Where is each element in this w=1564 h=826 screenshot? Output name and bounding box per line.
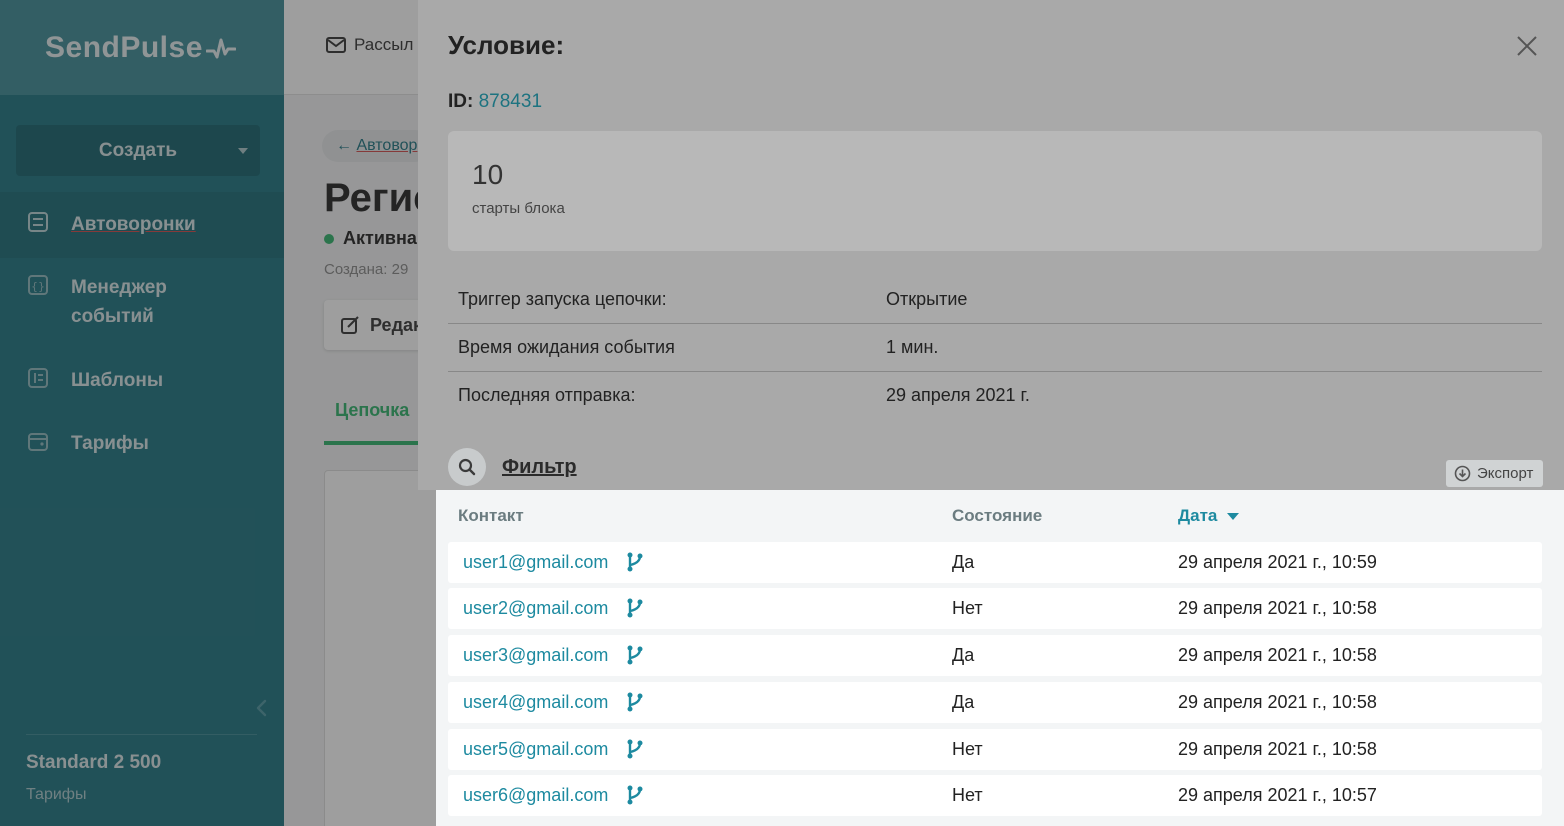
column-header-contact[interactable]: Контакт: [458, 506, 524, 526]
table-row: user6@gmail.com Нет 29 апреля 2021 г., 1…: [448, 775, 1542, 816]
contact-state: Нет: [952, 785, 983, 805]
contact-state: Нет: [952, 598, 983, 618]
modal-title: Условие:: [448, 30, 565, 60]
block-starts-value: 10: [472, 159, 504, 190]
id-value: 878431: [478, 91, 543, 112]
branch-icon[interactable]: [626, 739, 644, 759]
contact-email-link[interactable]: user3@gmail.com: [463, 645, 608, 666]
export-button-label: Экспорт: [1477, 465, 1534, 482]
info-row-last-sent: Последняя отправка: 29 апреля 2021 г.: [448, 371, 1542, 419]
info-key: Последняя отправка:: [458, 384, 636, 405]
condition-id: ID: 878431: [448, 91, 542, 113]
branch-icon[interactable]: [626, 598, 644, 618]
branch-icon[interactable]: [626, 785, 644, 805]
sort-desc-icon: [1227, 512, 1240, 520]
info-value: 29 апреля 2021 г.: [886, 384, 1030, 405]
table-row: user4@gmail.com Да 29 апреля 2021 г., 10…: [448, 682, 1542, 723]
contact-date: 29 апреля 2021 г., 10:58: [1178, 645, 1377, 665]
filter-toggle[interactable]: Фильтр: [448, 448, 577, 486]
contact-state: Нет: [952, 739, 983, 759]
contact-email-link[interactable]: user6@gmail.com: [463, 785, 608, 806]
stats-card: 10 старты блока: [448, 131, 1542, 251]
table-header: Контакт Состояние Дата: [448, 490, 1542, 542]
info-row-wait-time: Время ожидания события 1 мин.: [448, 323, 1542, 371]
contact-state: Да: [952, 692, 975, 712]
branch-icon[interactable]: [626, 552, 644, 572]
info-key: Время ожидания события: [458, 336, 675, 357]
table-row: user1@gmail.com Да 29 апреля 2021 г., 10…: [448, 542, 1542, 583]
block-starts-label: старты блока: [472, 200, 565, 217]
contact-date: 29 апреля 2021 г., 10:58: [1178, 598, 1377, 618]
contact-email-link[interactable]: user1@gmail.com: [463, 552, 608, 573]
contact-email-link[interactable]: user4@gmail.com: [463, 692, 608, 713]
id-label: ID:: [448, 91, 474, 112]
column-header-date[interactable]: Дата: [1178, 506, 1240, 526]
condition-modal: Условие: ID: 878431 10 старты блока Триг…: [418, 0, 1564, 826]
table-row: user2@gmail.com Нет 29 апреля 2021 г., 1…: [448, 588, 1542, 629]
contact-state: Да: [952, 552, 975, 572]
info-value: 1 мин.: [886, 336, 939, 357]
contact-date: 29 апреля 2021 г., 10:59: [1178, 552, 1377, 572]
info-row-trigger: Триггер запуска цепочки: Открытие: [448, 275, 1542, 323]
branch-icon[interactable]: [626, 645, 644, 665]
download-icon: [1454, 465, 1471, 482]
filter-label: Фильтр: [502, 455, 577, 478]
contact-email-link[interactable]: user5@gmail.com: [463, 739, 608, 760]
search-icon: [448, 448, 486, 486]
contact-email-link[interactable]: user2@gmail.com: [463, 598, 608, 619]
table-row: user5@gmail.com Нет 29 апреля 2021 г., 1…: [448, 729, 1542, 770]
contact-date: 29 апреля 2021 г., 10:58: [1178, 739, 1377, 759]
export-button[interactable]: Экспорт: [1446, 460, 1544, 487]
close-icon[interactable]: [1515, 34, 1539, 58]
info-value: Открытие: [886, 288, 968, 309]
contact-date: 29 апреля 2021 г., 10:58: [1178, 692, 1377, 712]
column-header-state[interactable]: Состояние: [952, 506, 1042, 526]
contact-date: 29 апреля 2021 г., 10:57: [1178, 785, 1377, 805]
table-row: user3@gmail.com Да 29 апреля 2021 г., 10…: [448, 635, 1542, 676]
contact-state: Да: [952, 645, 975, 665]
branch-icon[interactable]: [626, 692, 644, 712]
info-key: Триггер запуска цепочки:: [458, 288, 667, 309]
contacts-table: Контакт Состояние Дата user1@gmail.com Д…: [436, 490, 1564, 826]
column-header-date-label: Дата: [1178, 506, 1218, 525]
